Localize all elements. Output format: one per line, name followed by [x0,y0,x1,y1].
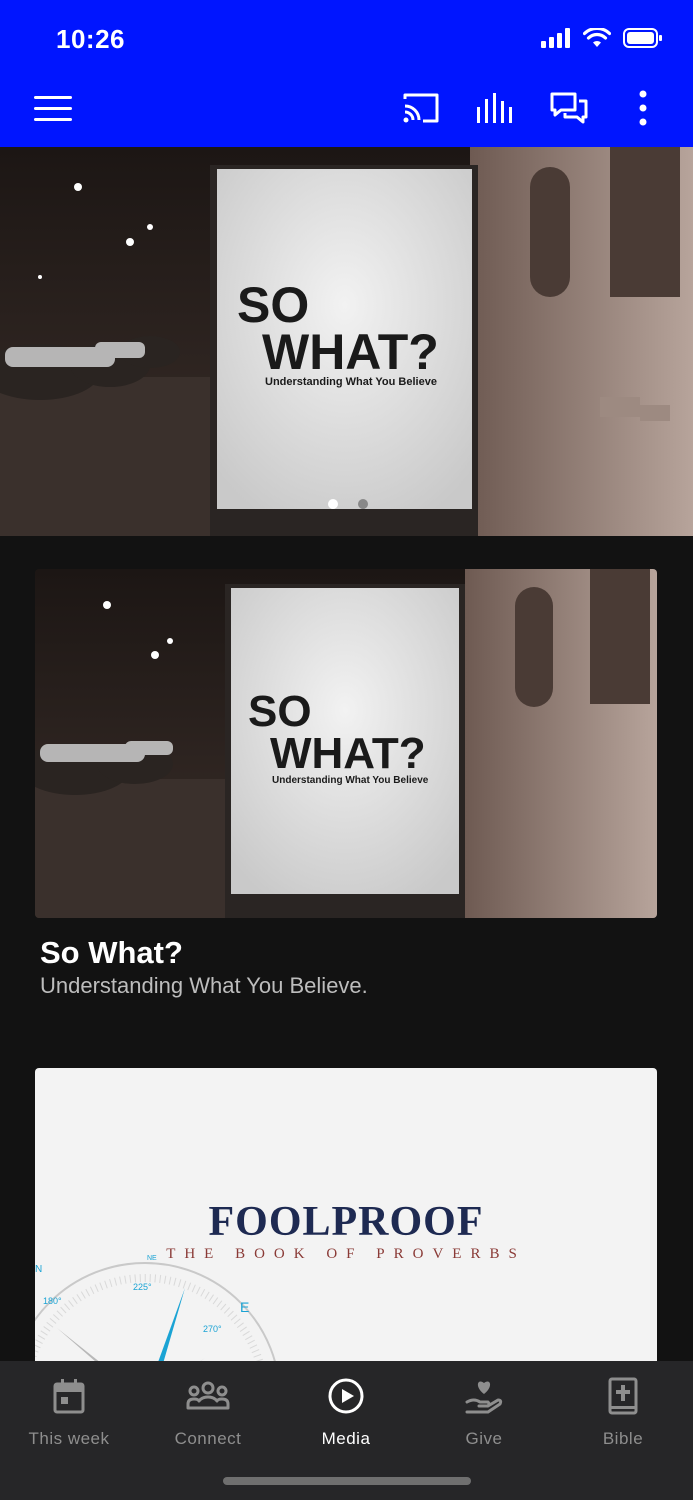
card-poster-line2: WHAT? [270,729,426,778]
audio-bars-icon [477,93,512,123]
menu-button[interactable] [34,96,72,124]
carousel-dot-2[interactable] [358,499,368,509]
signal-icon [541,28,570,48]
compass-icon: 180° 225° 270° NE E N [35,1255,277,1362]
compass-label-270: 270° [203,1324,222,1334]
nav-label-connect: Connect [174,1429,242,1448]
hero-image: SO WHAT? Understanding What You Believe [0,147,693,536]
heart-hand-icon [465,1381,503,1414]
more-button[interactable] [623,88,663,128]
nav-item-connect[interactable]: Connect [148,1375,268,1449]
chat-icon [550,92,588,124]
nav-item-bible[interactable]: Bible [563,1375,683,1449]
compass-label-n: N [35,1264,42,1275]
cast-button[interactable] [401,88,441,128]
cast-icon [403,93,439,123]
more-vertical-icon [639,90,647,126]
bible-icon [608,1377,638,1415]
nav-item-media[interactable]: Media [286,1375,406,1449]
hero-poster-tagline: Understanding What You Believe [265,376,437,388]
card-poster-tagline: Understanding What You Believe [272,775,429,786]
nav-label-give: Give [465,1429,503,1448]
nav-item-give[interactable]: Give [424,1375,544,1449]
chat-button[interactable] [549,88,589,128]
series-card-so-what[interactable]: SO WHAT? Understanding What You Believe [35,569,657,918]
hero-poster-line2: WHAT? [262,324,439,380]
carousel-dot-1[interactable] [328,499,338,509]
hero-banner[interactable]: SO WHAT? Understanding What You Believe [0,147,693,536]
compass-label-180: 180° [43,1296,62,1306]
compass-label-e: E [240,1299,249,1315]
nav-label-bible: Bible [602,1429,644,1448]
people-group-icon [186,1381,230,1410]
nav-label-media: Media [321,1429,371,1448]
compass-label-ne: NE [147,1255,157,1262]
appbar-actions [401,88,663,128]
carousel-indicator[interactable] [328,499,368,509]
calendar-icon [53,1379,85,1414]
battery-icon [623,28,662,48]
status-time: 10:26 [56,24,125,54]
series-title[interactable]: So What? [40,935,183,971]
compass-label-225: 225° [133,1282,152,1292]
series-subtitle: Understanding What You Believe. [40,973,368,998]
nav-item-this-week[interactable]: This week [9,1375,129,1449]
top-app-bar: 10:26 [0,0,693,147]
audio-button[interactable] [475,88,515,128]
menu-icon [34,96,72,99]
home-indicator[interactable] [223,1477,471,1485]
wifi-icon [583,28,611,47]
nav-label-this-week: This week [28,1429,110,1448]
play-circle-icon [328,1378,364,1414]
series-thumbnail: SO WHAT? Understanding What You Believe [35,569,657,918]
series-card-foolproof[interactable]: FOOLPROOF THE BOOK OF PROVERBS 180° 225°… [35,1068,657,1362]
foolproof-poster-title: FOOLPROOF [208,1199,484,1245]
status-icons [541,28,663,48]
